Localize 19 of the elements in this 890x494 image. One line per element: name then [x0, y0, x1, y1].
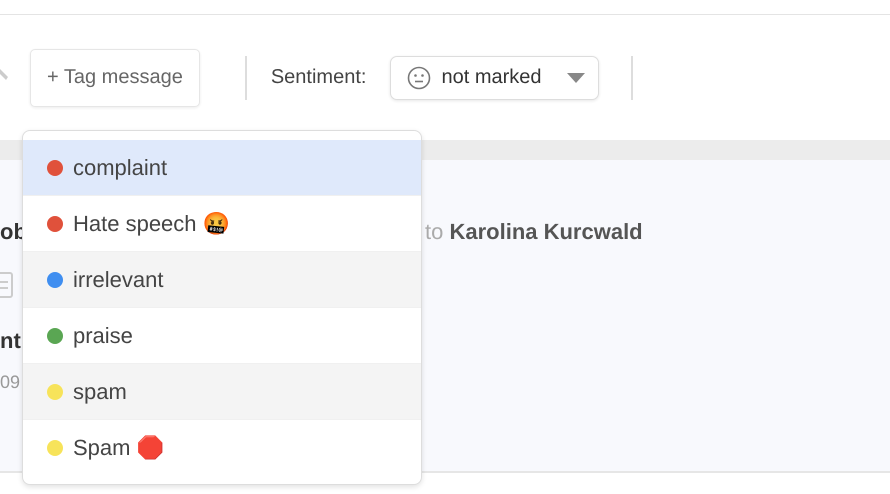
tag-label: Spam 🛑: [73, 435, 164, 461]
sentiment-dropdown[interactable]: not marked: [390, 56, 599, 100]
tag-option[interactable]: complaint: [23, 140, 421, 196]
recipient-text: to Karolina Kurcwald: [425, 219, 644, 245]
sentiment-label: Sentiment:: [270, 66, 366, 89]
message-title: nt: [0, 328, 21, 354]
tag-label: Hate speech 🤬: [73, 210, 230, 236]
tag-option[interactable]: Spam 🛑: [23, 420, 421, 476]
tag-message-button[interactable]: + Tag message: [30, 48, 200, 106]
neutral-face-icon: [407, 66, 432, 90]
tag-label: praise: [73, 322, 133, 348]
tag-label: irrelevant: [73, 266, 164, 292]
tag-option[interactable]: irrelevant: [23, 252, 421, 308]
caret-icon: [566, 72, 586, 84]
tag-label: spam: [73, 378, 127, 404]
tag-label: complaint: [73, 154, 168, 180]
tag-option[interactable]: spam: [23, 364, 421, 420]
message-time: 09: [0, 372, 20, 393]
document-icon: [0, 272, 14, 298]
